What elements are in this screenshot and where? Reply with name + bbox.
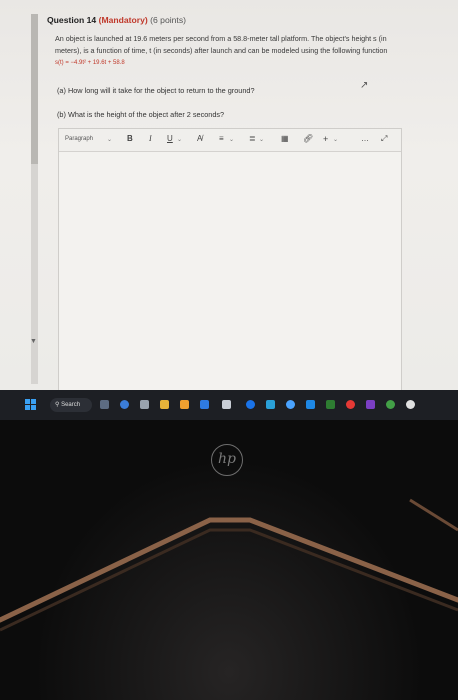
app-icon-green[interactable]	[386, 400, 395, 409]
question-part-b: (b) What is the height of the object aft…	[57, 110, 225, 119]
more-options-button[interactable]: …	[361, 134, 369, 143]
align-icon[interactable]: ≡	[219, 134, 224, 143]
task-view-icon[interactable]	[100, 400, 109, 409]
question-body: An object is launched at 19.6 meters per…	[55, 33, 395, 70]
table-icon[interactable]: ▦	[281, 134, 289, 143]
list-chevron-down-icon[interactable]: ⌄	[259, 136, 264, 143]
onenote-icon[interactable]	[366, 400, 375, 409]
hp-logo: hp	[211, 444, 243, 476]
answer-text-area[interactable]	[59, 152, 401, 390]
taskbar-search-label: Search	[61, 402, 81, 408]
app-icon-red[interactable]	[346, 400, 355, 409]
windows-start-icon[interactable]	[25, 399, 36, 410]
question-text: An object is launched at 19.6 meters per…	[55, 34, 388, 55]
function-expression: s(t) = −4.9t² + 19.6t + 58.8	[55, 60, 125, 66]
edge-icon[interactable]	[286, 400, 295, 409]
rich-text-editor: Paragraph ⌄ B I U ⌄ A̸ ≡ ⌄ ≣ ⌄ ▦ 🔗︎ + ⌄ …	[58, 128, 402, 390]
settings-gear-icon[interactable]	[140, 400, 149, 409]
bold-button[interactable]: B	[127, 134, 133, 143]
underline-button[interactable]: U	[167, 134, 173, 143]
mouse-cursor-icon: ↗	[360, 80, 369, 91]
app-icon-blue-2[interactable]	[306, 400, 315, 409]
list-icon[interactable]: ≣	[249, 134, 256, 143]
laptop-lid-edge	[0, 498, 458, 632]
app-icon-cyan[interactable]	[266, 400, 275, 409]
align-chevron-down-icon[interactable]: ⌄	[229, 136, 234, 143]
search-icon: ⚲	[55, 402, 60, 408]
file-explorer-icon[interactable]	[160, 400, 169, 409]
app-icon-orange[interactable]	[180, 400, 189, 409]
editor-toolbar: Paragraph ⌄ B I U ⌄ A̸ ≡ ⌄ ≣ ⌄ ▦ 🔗︎ + ⌄ …	[59, 129, 401, 152]
link-icon[interactable]: 🔗︎	[303, 134, 313, 143]
fullscreen-icon[interactable]: ⤢	[381, 134, 387, 144]
italic-button[interactable]: I	[149, 134, 152, 143]
scrollbar-thumb[interactable]	[31, 14, 38, 164]
excel-icon[interactable]	[326, 400, 335, 409]
app-icon-white[interactable]	[406, 400, 415, 409]
question-part-a: (a) How long will it take for the object…	[57, 86, 255, 95]
taskbar-search-box[interactable]: ⚲ Search	[50, 398, 92, 412]
question-title: Question 14 (Mandatory) (6 points)	[47, 15, 186, 25]
browser-viewport: ▼ Question 14 (Mandatory) (6 points) An …	[0, 0, 458, 390]
text-color-icon[interactable]: A̸	[197, 134, 202, 143]
paragraph-style-dropdown[interactable]: Paragraph	[65, 136, 93, 142]
paragraph-chevron-down-icon[interactable]: ⌄	[107, 136, 112, 143]
browser-icon[interactable]	[246, 400, 255, 409]
insert-plus-icon[interactable]: +	[323, 134, 328, 144]
scroll-down-arrow-icon[interactable]: ▼	[30, 338, 37, 345]
underline-chevron-down-icon[interactable]: ⌄	[177, 136, 182, 143]
paragraph-style-label: Paragraph	[65, 136, 94, 142]
mandatory-label: (Mandatory)	[98, 15, 148, 25]
insert-chevron-down-icon[interactable]: ⌄	[333, 136, 338, 143]
chat-icon[interactable]	[120, 400, 129, 409]
points-label: (6 points)	[150, 15, 186, 25]
question-number: Question 14	[47, 15, 97, 25]
calendar-icon[interactable]	[222, 400, 231, 409]
app-icon-blue[interactable]	[200, 400, 209, 409]
